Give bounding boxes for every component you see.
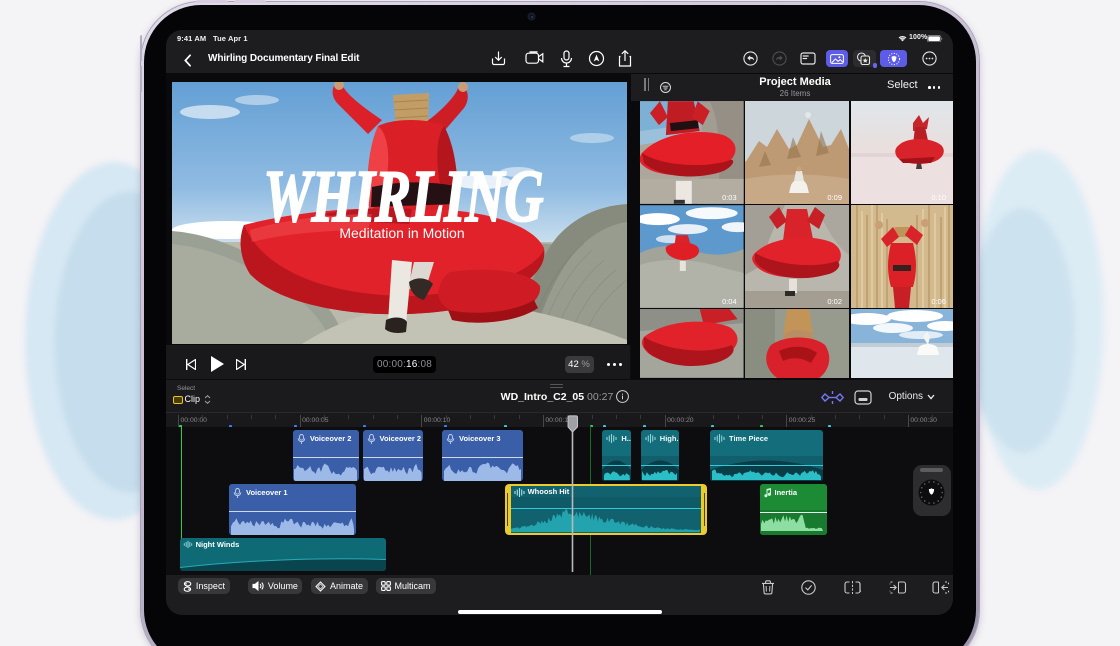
svg-text:Meditation in Motion: Meditation in Motion: [339, 225, 464, 241]
svg-text:0:10: 0:10: [931, 193, 946, 202]
svg-text:0:06: 0:06: [931, 297, 946, 306]
svg-text:0:03: 0:03: [722, 192, 737, 201]
svg-text:0:02: 0:02: [828, 297, 843, 306]
svg-text:0:04: 0:04: [722, 297, 737, 306]
svg-text:0:09: 0:09: [828, 193, 843, 202]
